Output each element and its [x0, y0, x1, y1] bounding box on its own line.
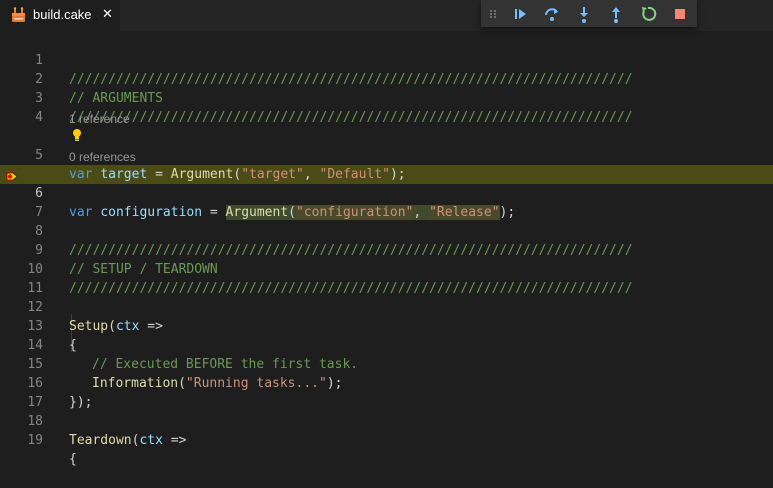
- code-content: Teardown(ctx =>: [69, 431, 186, 450]
- line-number: 5: [35, 148, 43, 163]
- code-line: 19 {: [0, 412, 773, 467]
- code-line: 14 // Executed BEFORE the first task.: [0, 317, 773, 372]
- code-line: 7: [0, 184, 773, 220]
- cake-file-icon: [11, 7, 26, 23]
- code-editor[interactable]: 1 //////////////////////////////////////…: [0, 31, 773, 467]
- code-line: 15 Information("Running tasks...");: [0, 336, 773, 391]
- code-lens-references[interactable]: 1 reference: [69, 111, 130, 127]
- code-line: 8 //////////////////////////////////////…: [0, 203, 773, 258]
- code-line: 18 Teardown(ctx =>: [0, 393, 773, 448]
- debug-toolbar: [481, 0, 697, 27]
- code-line: 1 //////////////////////////////////////…: [0, 32, 773, 87]
- punctuation: (: [131, 433, 140, 448]
- lightbulb-icon[interactable]: [72, 127, 82, 141]
- code-line: 11: [0, 260, 773, 296]
- comment: ////////////////////////////////////////…: [69, 110, 633, 125]
- code-line: 5 var target = Argument("target", "Defau…: [0, 127, 773, 182]
- code-line-active: 6 var configuration = Argument("configur…: [0, 165, 773, 220]
- code-content: {: [69, 452, 77, 467]
- code-line: 10 /////////////////////////////////////…: [0, 241, 773, 296]
- code-line: 3 //////////////////////////////////////…: [0, 70, 773, 125]
- code-line: 4: [0, 89, 773, 125]
- step-into-icon[interactable]: [573, 3, 595, 25]
- continue-icon[interactable]: [509, 3, 531, 25]
- drag-grip-icon[interactable]: [488, 3, 498, 25]
- code-lens-references[interactable]: 0 references: [69, 149, 136, 165]
- line-number: 19: [27, 433, 43, 448]
- line-number: 4: [35, 110, 43, 125]
- code-line: 17: [0, 374, 773, 410]
- parameter-name: ctx: [139, 433, 163, 448]
- code-line: 12 Setup(ctx =>: [0, 279, 773, 334]
- step-out-icon[interactable]: [605, 3, 627, 25]
- step-over-icon[interactable]: [541, 3, 563, 25]
- code-line: 2 // ARGUMENTS: [0, 51, 773, 106]
- code-line: 9 // SETUP / TEARDOWN: [0, 222, 773, 277]
- code-line: 16 });: [0, 355, 773, 410]
- code-line: 13 {: [0, 298, 773, 353]
- close-icon[interactable]: ✕: [102, 6, 116, 24]
- operator: =>: [162, 433, 187, 448]
- tab-build-cake[interactable]: build.cake ✕: [0, 0, 120, 31]
- stop-icon[interactable]: [669, 3, 691, 25]
- tab-label: build.cake: [33, 7, 92, 22]
- function-name: Teardown: [69, 433, 132, 448]
- restart-icon[interactable]: [637, 3, 659, 25]
